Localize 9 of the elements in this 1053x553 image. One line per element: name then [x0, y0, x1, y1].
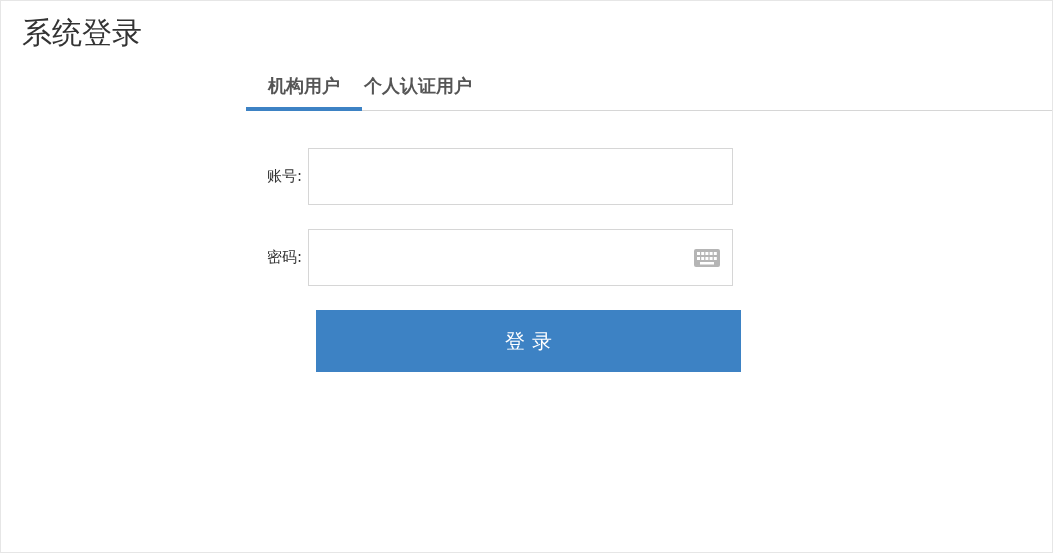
- account-field[interactable]: [308, 148, 733, 205]
- password-field[interactable]: [308, 229, 733, 286]
- login-tab[interactable]: 个人认证用户: [362, 65, 494, 111]
- login-tab[interactable]: 机构用户: [246, 65, 362, 111]
- keyboard-icon[interactable]: [694, 248, 720, 267]
- login-button[interactable]: 登 录: [316, 310, 741, 372]
- field-label: 账号:: [265, 167, 303, 186]
- page-title: 系统登录: [22, 14, 142, 52]
- field-label: 密码:: [265, 248, 303, 267]
